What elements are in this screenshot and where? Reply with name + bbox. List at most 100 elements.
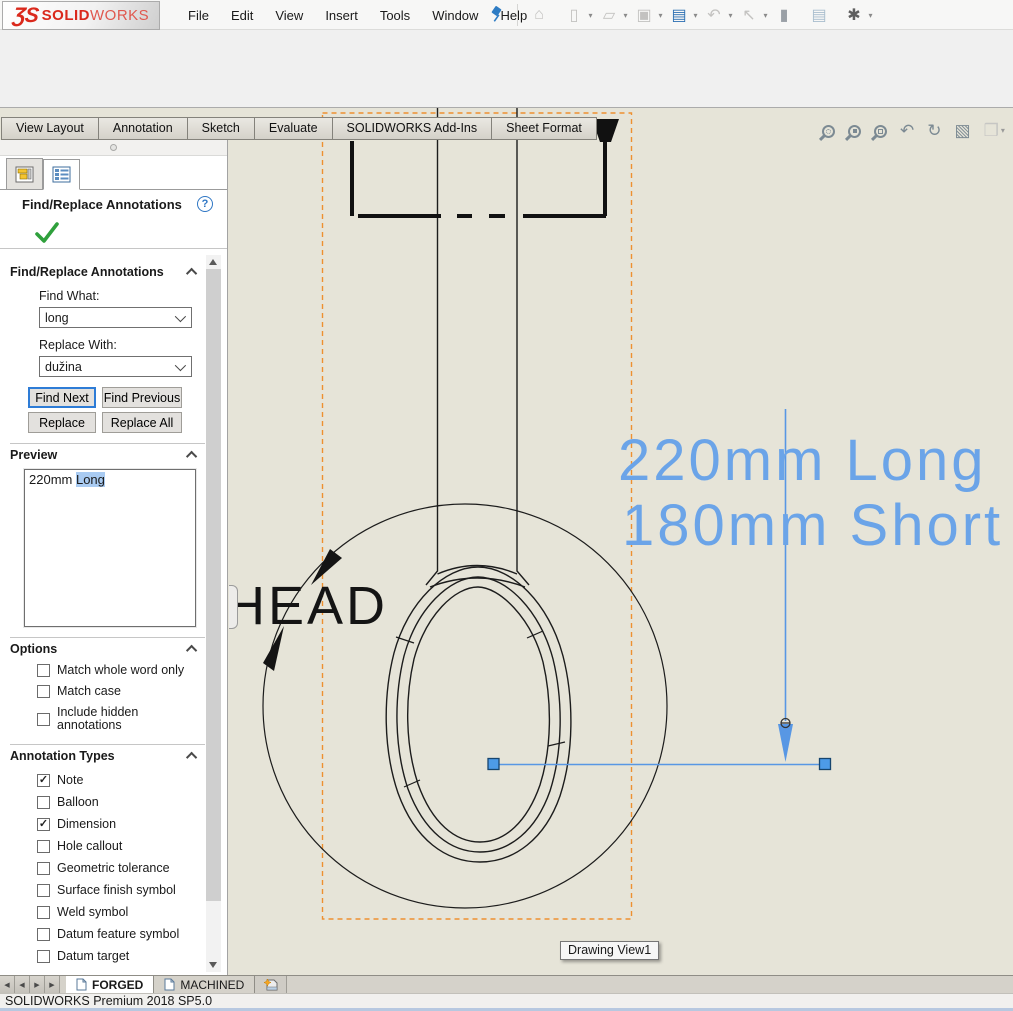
scroll-up-icon[interactable] [209, 259, 217, 265]
view-settings-icon[interactable]: ❒ ▾ [984, 121, 1005, 141]
settings-gear-icon[interactable]: ✱ ▾ [843, 3, 876, 27]
add-sheet-button[interactable] [255, 976, 287, 993]
sheet-tab-forged[interactable]: FORGED [66, 976, 154, 993]
checkbox[interactable]: ✓ [37, 818, 50, 831]
select-icon[interactable]: ↖ ▾ [738, 3, 771, 27]
checkbox[interactable] [37, 862, 50, 875]
collapse-chevron-icon[interactable] [186, 451, 197, 462]
dimension-handle-left[interactable] [488, 759, 499, 770]
zoom-to-fit-icon[interactable] [822, 125, 837, 138]
home-icon[interactable]: ⌂ [528, 3, 561, 27]
menu-item[interactable]: Insert [317, 5, 366, 26]
ribbon-tab[interactable]: Sheet Format [491, 117, 597, 140]
undo-icon[interactable]: ↶ ▾ [703, 3, 736, 27]
panel-scrollbar[interactable] [206, 255, 221, 972]
annotation-type-row: Hole callout [37, 835, 205, 857]
section-break-lines[interactable] [352, 141, 606, 216]
ribbon-tab[interactable]: Sketch [187, 117, 254, 140]
sheet-tab-machined[interactable]: MACHINED [154, 976, 255, 993]
open-file-icon[interactable]: ▱ ▾ [598, 3, 631, 27]
3d-drawing-view-icon[interactable]: ▧ [955, 121, 973, 141]
checkbox[interactable] [37, 664, 50, 677]
find-what-combobox[interactable]: long [39, 307, 192, 328]
ribbon-tab[interactable]: View Layout [1, 117, 98, 140]
ribbon-tab[interactable]: Evaluate [254, 117, 332, 140]
ribbon-tab[interactable]: SOLIDWORKS Add-Ins [332, 117, 492, 140]
find-next-button[interactable]: Find Next [28, 387, 96, 408]
properties-icon[interactable]: ▤ [808, 3, 841, 27]
dropdown-arrow-icon[interactable]: ▾ [690, 11, 701, 20]
checkbox[interactable] [37, 796, 50, 809]
dropdown-arrow-icon[interactable]: ▾ [655, 11, 666, 20]
annotation-type-row: Geometric tolerance [37, 857, 205, 879]
menu-item[interactable]: Tools [372, 5, 418, 26]
menu-item[interactable]: View [267, 5, 311, 26]
panel-edge-grip[interactable] [229, 585, 238, 629]
print-icon[interactable]: ▤ ▾ [668, 3, 701, 27]
checkbox[interactable]: ✓ [37, 774, 50, 787]
note-short-text[interactable]: 180mm Short [622, 493, 1003, 558]
dropdown-arrow-icon[interactable]: ▾ [865, 11, 876, 20]
help-icon[interactable]: ? [197, 196, 213, 212]
drawing-view-border[interactable] [323, 113, 632, 919]
combo-dropdown-icon[interactable] [175, 359, 186, 370]
checkbox[interactable] [37, 928, 50, 941]
sheet-nav-button[interactable]: ◀ [0, 976, 15, 993]
sheet-icon [76, 978, 87, 991]
replace-with-label: Replace With: [39, 338, 205, 352]
pin-menu-icon[interactable] [489, 6, 504, 28]
replace-all-button[interactable]: Replace All [102, 412, 182, 433]
sheet-nav-button[interactable]: ▶ [45, 976, 60, 993]
redraw-view-icon[interactable]: ↻ [927, 121, 943, 141]
menu-item[interactable]: File [180, 5, 217, 26]
collapse-chevron-icon[interactable] [186, 645, 197, 656]
collapse-chevron-icon[interactable] [186, 268, 197, 279]
section-annotation-types[interactable]: Annotation Types [10, 749, 205, 763]
tab-property-manager[interactable] [43, 159, 80, 190]
zoom-window-icon[interactable] [874, 125, 889, 138]
shaft-outline[interactable] [426, 108, 529, 587]
checkbox[interactable] [37, 906, 50, 919]
sheet-nav-buttons: ◀◀▶▶ [0, 976, 60, 993]
dimension-handle-right[interactable] [820, 759, 831, 770]
preview-box[interactable]: 220mm Long [24, 469, 196, 627]
panel-resize-strip[interactable] [0, 140, 227, 156]
checkbox[interactable] [37, 713, 50, 726]
section-preview[interactable]: Preview [10, 448, 205, 462]
head-profile[interactable] [386, 567, 571, 862]
scrollbar-thumb[interactable] [206, 269, 221, 901]
replace-with-combobox[interactable]: dužina [39, 356, 192, 377]
checkbox[interactable] [37, 685, 50, 698]
panel-strip-handle[interactable] [110, 144, 117, 151]
tab-feature-manager[interactable] [6, 158, 43, 189]
sheet-nav-button[interactable]: ▶ [30, 976, 45, 993]
new-file-icon[interactable]: ▯ ▾ [563, 3, 596, 27]
zoom-to-area-icon[interactable] [848, 125, 863, 138]
save-icon[interactable]: ▣ ▾ [633, 3, 666, 27]
dropdown-arrow-icon[interactable]: ▾ [1001, 121, 1005, 141]
find-previous-button[interactable]: Find Previous [102, 387, 182, 408]
scroll-down-icon[interactable] [209, 962, 217, 968]
menu-item[interactable]: Window [424, 5, 486, 26]
section-find-replace[interactable]: Find/Replace Annotations [10, 265, 205, 279]
checkbox[interactable] [37, 950, 50, 963]
menu-item[interactable]: Edit [223, 5, 261, 26]
replace-button[interactable]: Replace [28, 412, 96, 433]
checkbox[interactable] [37, 840, 50, 853]
annotation-type-row: Surface finish symbol [37, 879, 205, 901]
sheet-nav-button[interactable]: ◀ [15, 976, 30, 993]
section-options[interactable]: Options [10, 642, 205, 656]
dropdown-arrow-icon[interactable]: ▾ [585, 11, 596, 20]
dropdown-arrow-icon[interactable]: ▾ [620, 11, 631, 20]
dropdown-arrow-icon[interactable]: ▾ [760, 11, 771, 20]
previous-view-icon[interactable]: ↶ [900, 121, 916, 141]
ok-check-icon[interactable] [34, 221, 60, 245]
head-note-text[interactable]: HEAD [226, 576, 388, 636]
combo-dropdown-icon[interactable] [175, 310, 186, 321]
note-long-text[interactable]: 220mm Long [618, 428, 987, 493]
options-pill-icon[interactable]: ▮ [773, 3, 806, 27]
checkbox[interactable] [37, 884, 50, 897]
collapse-chevron-icon[interactable] [186, 752, 197, 763]
dropdown-arrow-icon[interactable]: ▾ [725, 11, 736, 20]
ribbon-tab[interactable]: Annotation [98, 117, 187, 140]
